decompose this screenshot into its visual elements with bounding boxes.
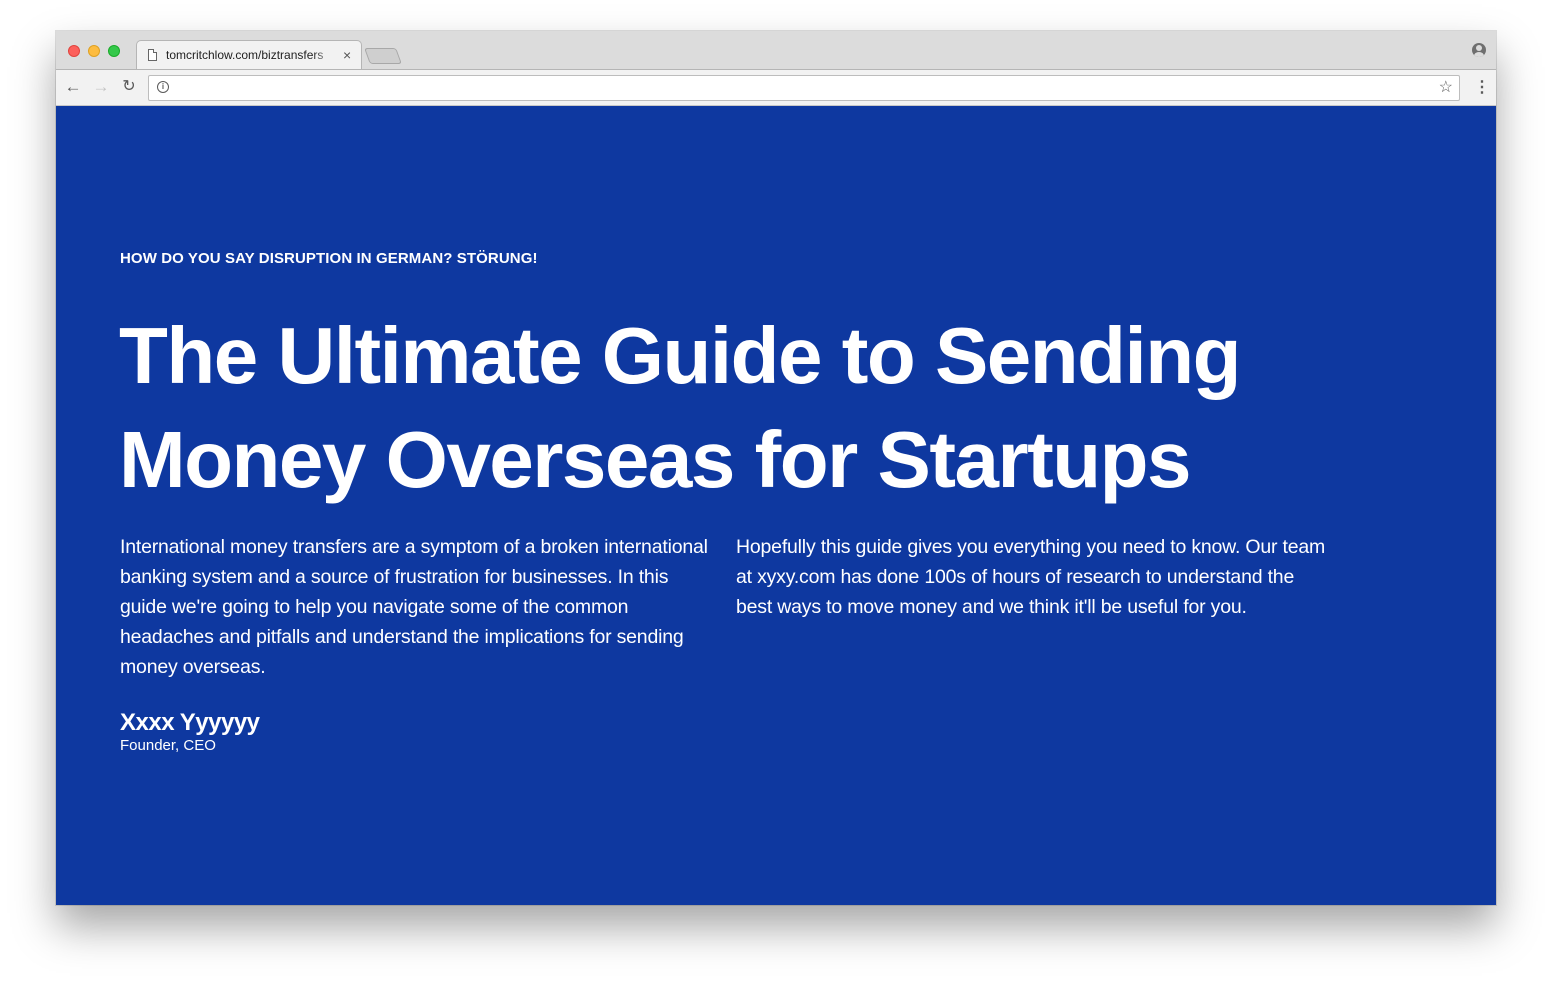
browser-tab[interactable]: tomcritchlow.com/biztransfers × (136, 40, 362, 70)
maximize-window-button[interactable] (108, 45, 120, 57)
info-icon[interactable]: i (157, 81, 169, 93)
page-title: The Ultimate Guide to Sending Money Over… (119, 304, 1379, 512)
browser-toolbar: ← → ↻ i ☆ ⋮ (56, 69, 1496, 106)
close-tab-icon[interactable]: × (343, 47, 351, 63)
page-icon (148, 49, 157, 61)
address-bar[interactable]: i ☆ (148, 75, 1460, 101)
title-bar: tomcritchlow.com/biztransfers × (56, 31, 1496, 70)
browser-window: tomcritchlow.com/biztransfers × ← → ↻ i … (56, 31, 1496, 905)
arrow-left-icon[interactable]: ← (62, 76, 84, 98)
new-tab-button[interactable] (364, 48, 402, 64)
page-title-line-1: The Ultimate Guide to Sending (119, 311, 1242, 400)
close-window-button[interactable] (68, 45, 80, 57)
author-role: Founder, CEO (120, 737, 216, 754)
reload-icon[interactable]: ↻ (118, 76, 140, 98)
page-content: HOW DO YOU SAY DISRUPTION IN GERMAN? STÖ… (56, 106, 1496, 905)
arrow-right-icon[interactable]: → (90, 76, 112, 98)
intro-paragraph-left: International money transfers are a symp… (120, 536, 708, 678)
minimize-window-button[interactable] (88, 45, 100, 57)
intro-paragraph-right: Hopefully this guide gives you everythin… (736, 536, 1326, 618)
kebab-menu-icon[interactable]: ⋮ (1474, 76, 1490, 100)
tab-title: tomcritchlow.com/biztransfers (166, 48, 324, 62)
profile-icon[interactable] (1472, 43, 1486, 57)
eyebrow-text: HOW DO YOU SAY DISRUPTION IN GERMAN? STÖ… (120, 250, 538, 267)
star-icon[interactable]: ☆ (1439, 78, 1453, 98)
page-title-line-2: Money Overseas for Startups (119, 415, 1191, 504)
author-name: Xxxx Yyyyyy (120, 709, 260, 736)
